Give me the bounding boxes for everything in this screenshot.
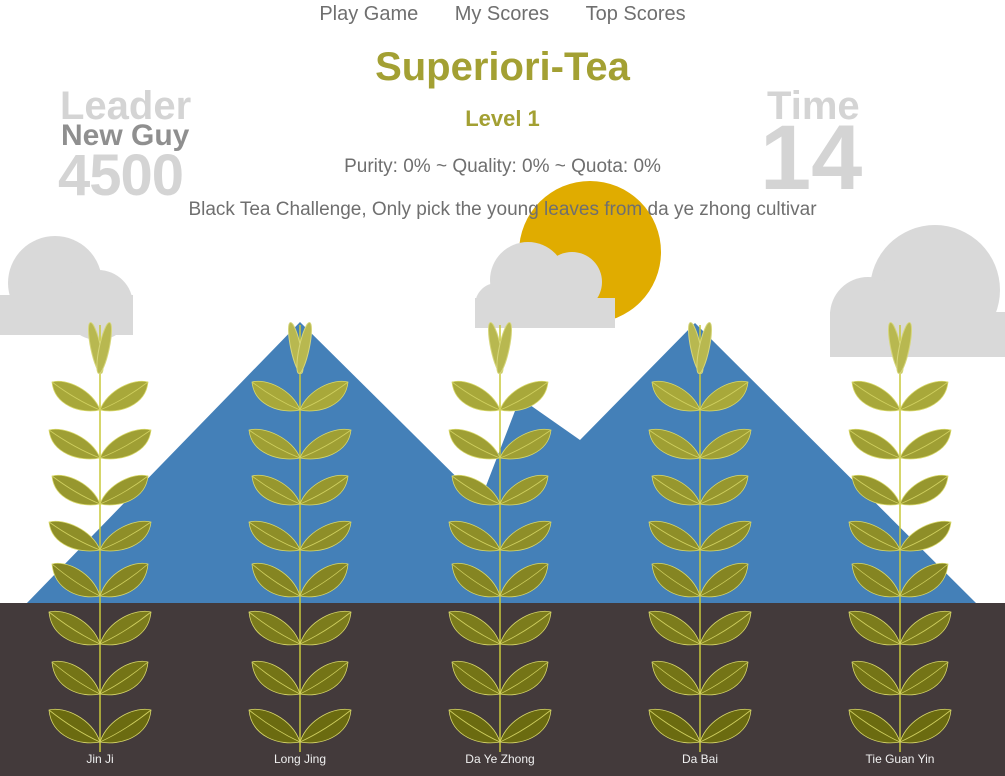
cloud-right <box>830 225 1005 357</box>
leader-score: 4500 <box>58 143 184 208</box>
main-nav: Play Game My Scores Top Scores <box>0 3 1005 26</box>
time-value: 14 <box>760 107 863 209</box>
plant-label-tie-guan-yin: Tie Guan Yin <box>865 752 935 766</box>
nav-top-scores[interactable]: Top Scores <box>586 3 686 26</box>
plant-label-long-jing: Long Jing <box>273 752 327 766</box>
cloud-left <box>0 236 133 340</box>
nav-play-game[interactable]: Play Game <box>319 3 418 26</box>
plant-label-da-bai: Da Bai <box>681 752 719 766</box>
nav-my-scores[interactable]: My Scores <box>455 3 549 26</box>
plant-label-jin-ji: Jin Ji <box>86 752 114 766</box>
plant-label-da-ye-zhong: Da Ye Zhong <box>465 752 535 766</box>
